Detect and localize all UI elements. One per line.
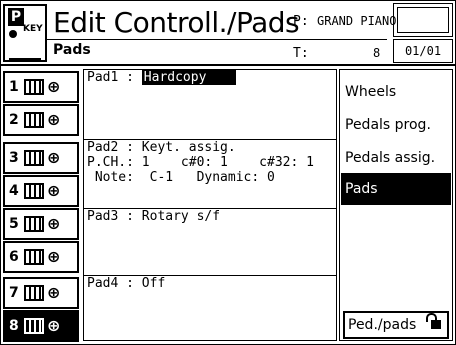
unlock-icon [426, 313, 441, 329]
menu-item-pedals-assig[interactable]: Pedals assig. [341, 142, 451, 174]
pad2-assignment: Pad2 : Keyt. assig. [87, 140, 236, 155]
track-button-6[interactable]: 6 ⊕ [3, 241, 79, 273]
track-number: 6 [9, 249, 19, 265]
pads-panel: Pad1 : Hardcopy Pad2 : Keyt. assig. P.CH… [83, 69, 337, 341]
track-number: 7 [9, 285, 19, 301]
track-button-7[interactable]: 7 ⊕ [3, 277, 79, 309]
piano-icon [24, 216, 44, 232]
track-button-4[interactable]: 4 ⊕ [3, 175, 79, 207]
menu-item-pedals-prog[interactable]: Pedals prog. [341, 109, 451, 141]
track-number: 4 [9, 183, 19, 199]
plug-icon: ⊕ [47, 283, 61, 302]
track-number: 1 [9, 79, 19, 95]
piano-icon [24, 112, 44, 128]
track-number: 8 [9, 318, 19, 334]
dot-icon [9, 30, 17, 38]
display-frame: P KEY Edit Controll./Pads Pads P: GRAND … [0, 0, 456, 345]
piano-icon [24, 285, 44, 301]
pad3-section[interactable]: Pad3 : Rotary s/f [84, 209, 336, 276]
piano-icon [24, 79, 44, 95]
track-button-3[interactable]: 3 ⊕ [3, 142, 79, 174]
piano-icon [24, 183, 44, 199]
piano-icon [24, 318, 44, 334]
track-label: T: [293, 46, 309, 61]
track-value: 8 [373, 46, 381, 60]
ped-pads-label: Ped./pads [348, 317, 417, 333]
track-number: 3 [9, 150, 19, 166]
pad2-section[interactable]: Pad2 : Keyt. assig. P.CH.: 1 c#0: 1 c#32… [84, 140, 336, 209]
track-number: 2 [9, 112, 19, 128]
pad2-program-change: P.CH.: 1 c#0: 1 c#32: 1 [87, 155, 314, 170]
track-number: 5 [9, 216, 19, 232]
plug-icon: ⊕ [47, 214, 61, 233]
pad4-section[interactable]: Pad4 : Off [84, 276, 336, 340]
track-button-1[interactable]: 1 ⊕ [3, 71, 79, 103]
header-divider [47, 39, 387, 40]
plug-icon: ⊕ [47, 247, 61, 266]
pad1-value[interactable]: Hardcopy [141, 70, 236, 85]
piano-icon [24, 249, 44, 265]
header-separator [1, 64, 455, 66]
track-button-2[interactable]: 2 ⊕ [3, 104, 79, 136]
pad2-note: Note: C-1 Dynamic: 0 [87, 170, 275, 185]
style-key-logo: P KEY [3, 4, 47, 62]
track-button-8[interactable]: 8 ⊕ [3, 310, 79, 342]
track-button-5[interactable]: 5 ⊕ [3, 208, 79, 240]
pad4-assignment: Pad4 : Off [87, 276, 166, 291]
p-icon: P [8, 8, 24, 26]
bottom-icon [9, 44, 41, 60]
page-title: Edit Controll./Pads [53, 6, 300, 39]
pad1-section[interactable]: Pad1 : Hardcopy [84, 70, 336, 140]
program-label: P: [293, 14, 309, 29]
program-value: GRAND PIANO [317, 14, 397, 28]
pad1-label: Pad1 : [87, 70, 142, 85]
plug-icon: ⊕ [47, 77, 61, 96]
page-subtitle: Pads [53, 42, 91, 58]
plug-icon: ⊕ [47, 316, 61, 335]
plug-icon: ⊕ [47, 110, 61, 129]
plug-icon: ⊕ [47, 181, 61, 200]
menu-item-wheels[interactable]: Wheels [341, 76, 451, 108]
key-label: KEY [23, 24, 43, 34]
screen-icon[interactable] [393, 3, 453, 37]
pad3-assignment: Pad3 : Rotary s/f [87, 209, 221, 224]
menu-item-pads[interactable]: Pads [341, 173, 451, 205]
page-indicator: 01/01 [393, 39, 453, 63]
plug-icon: ⊕ [47, 148, 61, 167]
piano-icon [24, 150, 44, 166]
ped-pads-button[interactable]: Ped./pads [343, 311, 449, 339]
side-menu: Wheels Pedals prog. Pedals assig. Pads [339, 69, 453, 341]
